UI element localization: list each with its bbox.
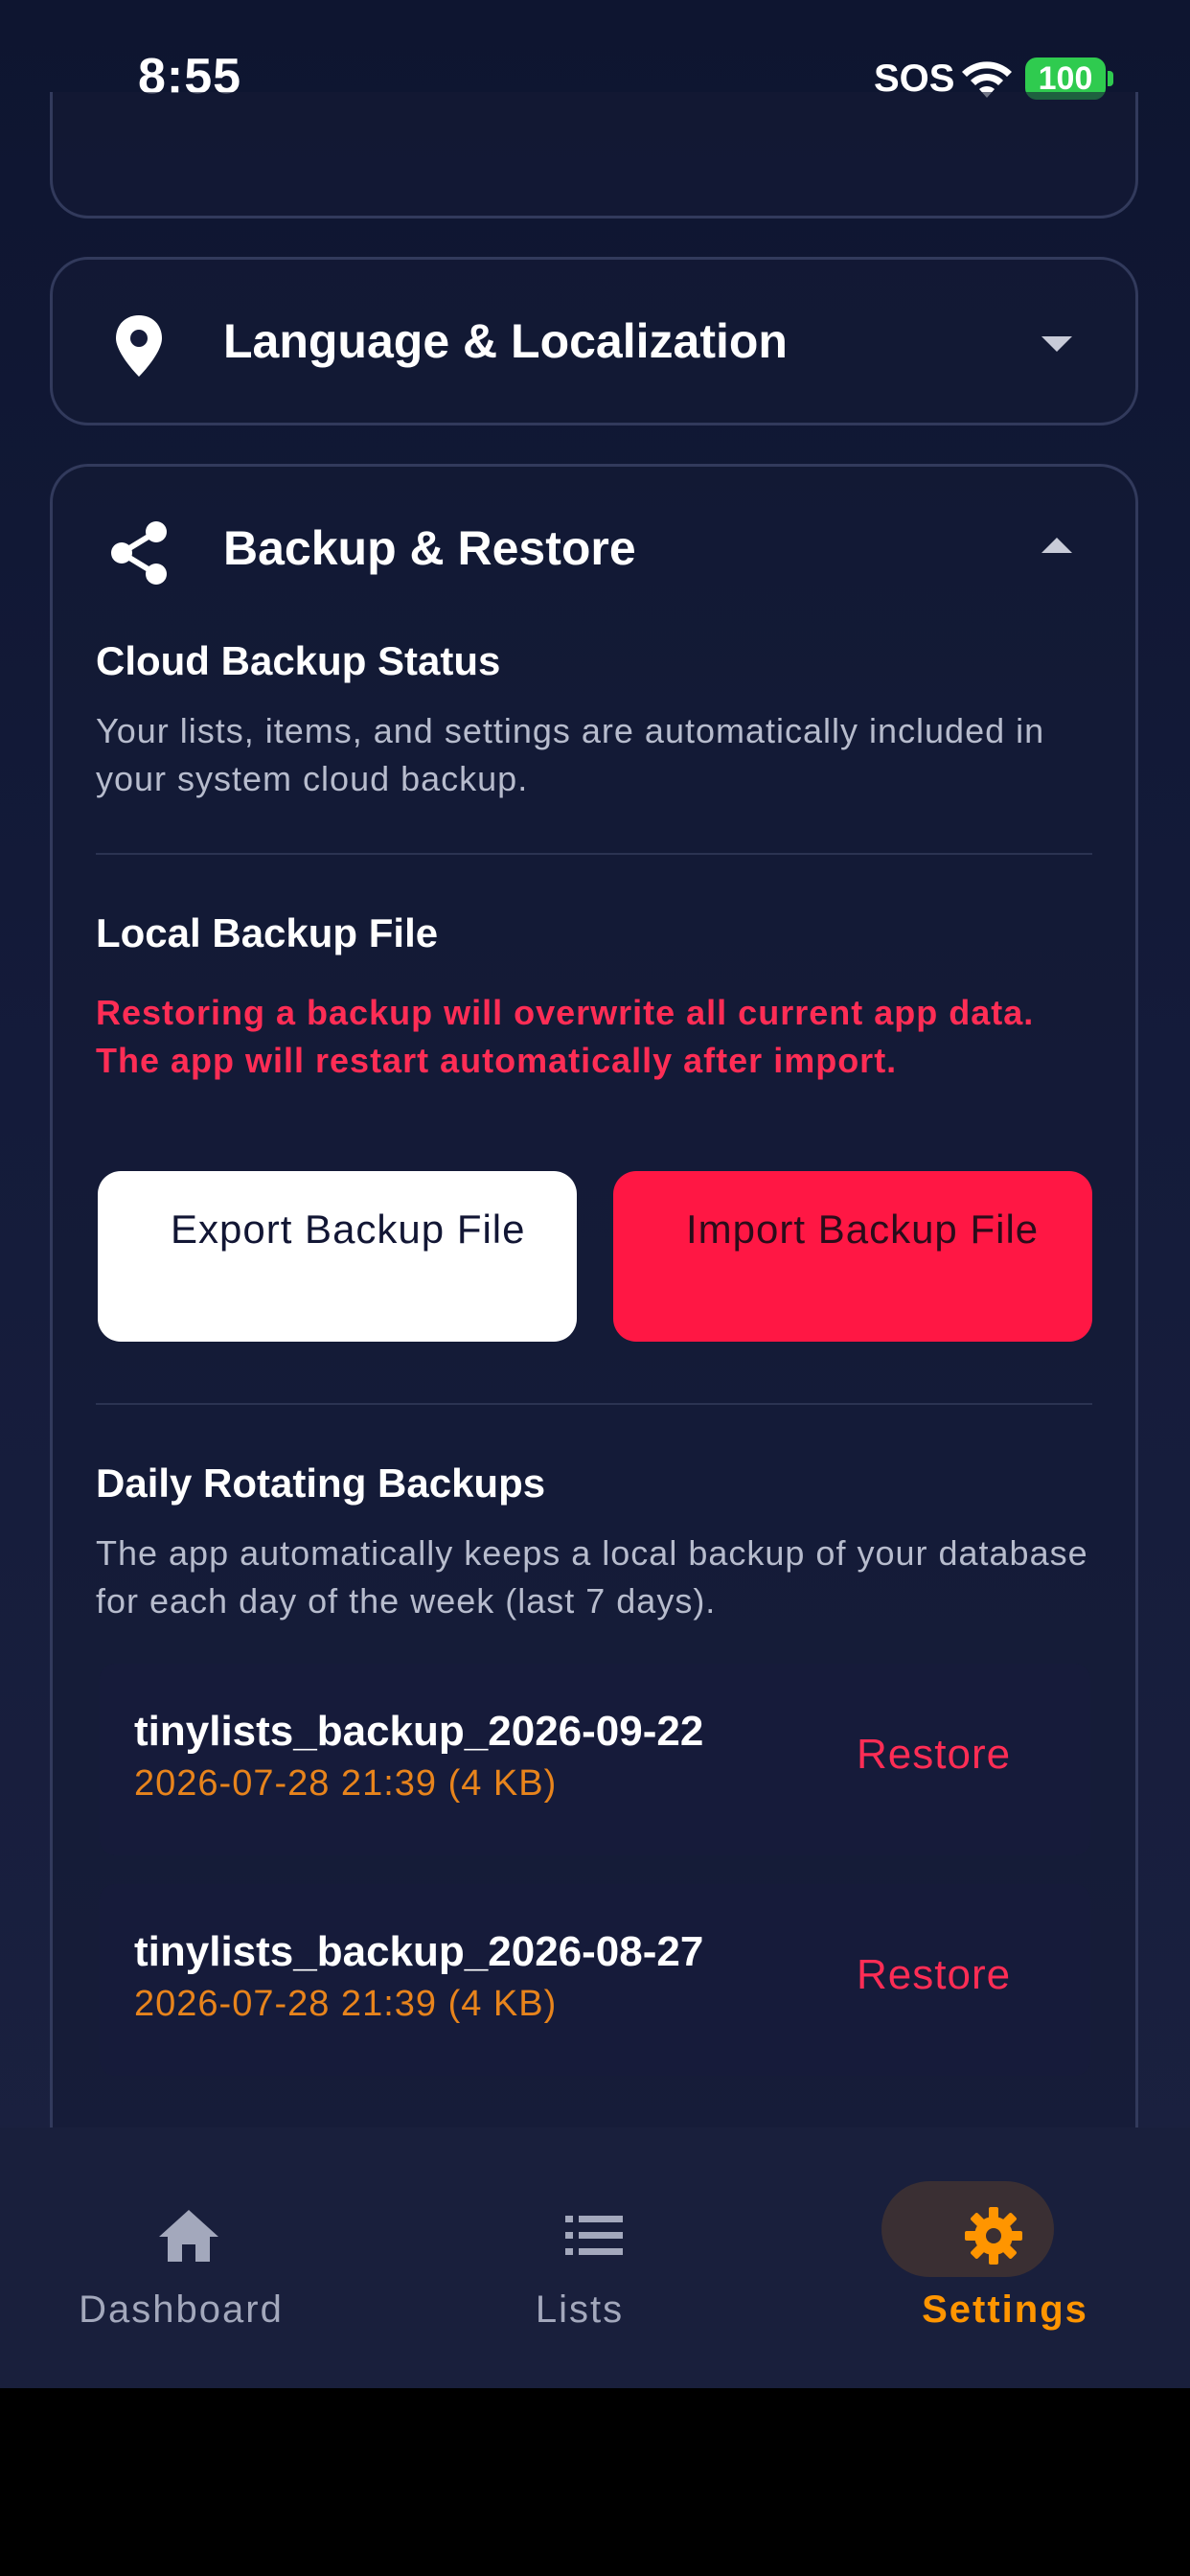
backup-file-name: tinylists_backup_2026-09-22 <box>134 1708 704 1755</box>
export-backup-button[interactable]: Export Backup File <box>98 1171 577 1342</box>
section-backup-header[interactable]: Backup & Restore <box>53 467 1135 635</box>
section-backup-title: Backup & Restore <box>223 521 636 575</box>
chevron-up-icon[interactable] <box>1041 538 1072 553</box>
divider <box>96 853 1092 855</box>
backup-list-item: tinylists_backup_2026-08-27 2026-07-28 2… <box>100 1884 1090 2076</box>
import-backup-button[interactable]: Import Backup File <box>613 1171 1092 1342</box>
cloud-backup-heading: Cloud Backup Status <box>96 638 501 683</box>
list-icon <box>565 2216 623 2255</box>
daily-backups-heading: Daily Rotating Backups <box>96 1460 546 1506</box>
tab-settings-label: Settings <box>922 2288 1088 2331</box>
bottom-tab-bar: Dashboard Lists Settings <box>0 2128 1190 2388</box>
location-pin-icon <box>116 315 162 377</box>
settings-screen: 8:55 SOS 100 Language & Localization Bac… <box>0 0 1190 2388</box>
tab-settings[interactable]: Settings <box>793 2128 1190 2388</box>
previous-section-card <box>50 92 1138 218</box>
gear-icon <box>965 2207 1022 2265</box>
tab-lists[interactable]: Lists <box>397 2128 793 2388</box>
backup-file-meta: 2026-07-28 21:39 (4 KB) <box>134 1763 558 1804</box>
daily-backups-text: The app automatically keeps a local back… <box>96 1533 1088 1621</box>
battery-tip <box>1108 71 1113 86</box>
section-language[interactable]: Language & Localization <box>50 257 1138 426</box>
local-backup-heading: Local Backup File <box>96 910 439 955</box>
cloud-backup-text: Your lists, items, and settings are auto… <box>96 711 1045 798</box>
tab-dashboard[interactable]: Dashboard <box>0 2128 397 2388</box>
divider <box>96 1403 1092 1405</box>
home-icon <box>159 2210 218 2262</box>
chevron-down-icon[interactable] <box>1041 336 1072 352</box>
backup-list-item: tinylists_backup_2026-09-22 2026-07-28 2… <box>100 1664 1090 1855</box>
restore-button[interactable]: Restore <box>857 1951 1011 1999</box>
backup-file-name: tinylists_backup_2026-08-27 <box>134 1928 704 1975</box>
section-language-header[interactable]: Language & Localization <box>53 260 1135 428</box>
backup-file-meta: 2026-07-28 21:39 (4 KB) <box>134 1984 558 2024</box>
tab-lists-label: Lists <box>535 2288 625 2331</box>
section-language-title: Language & Localization <box>223 314 788 368</box>
share-icon <box>111 521 167 585</box>
restore-button[interactable]: Restore <box>857 1731 1011 1779</box>
restore-warning: Restoring a backup will overwrite all cu… <box>96 993 1035 1080</box>
tab-dashboard-label: Dashboard <box>79 2288 284 2331</box>
